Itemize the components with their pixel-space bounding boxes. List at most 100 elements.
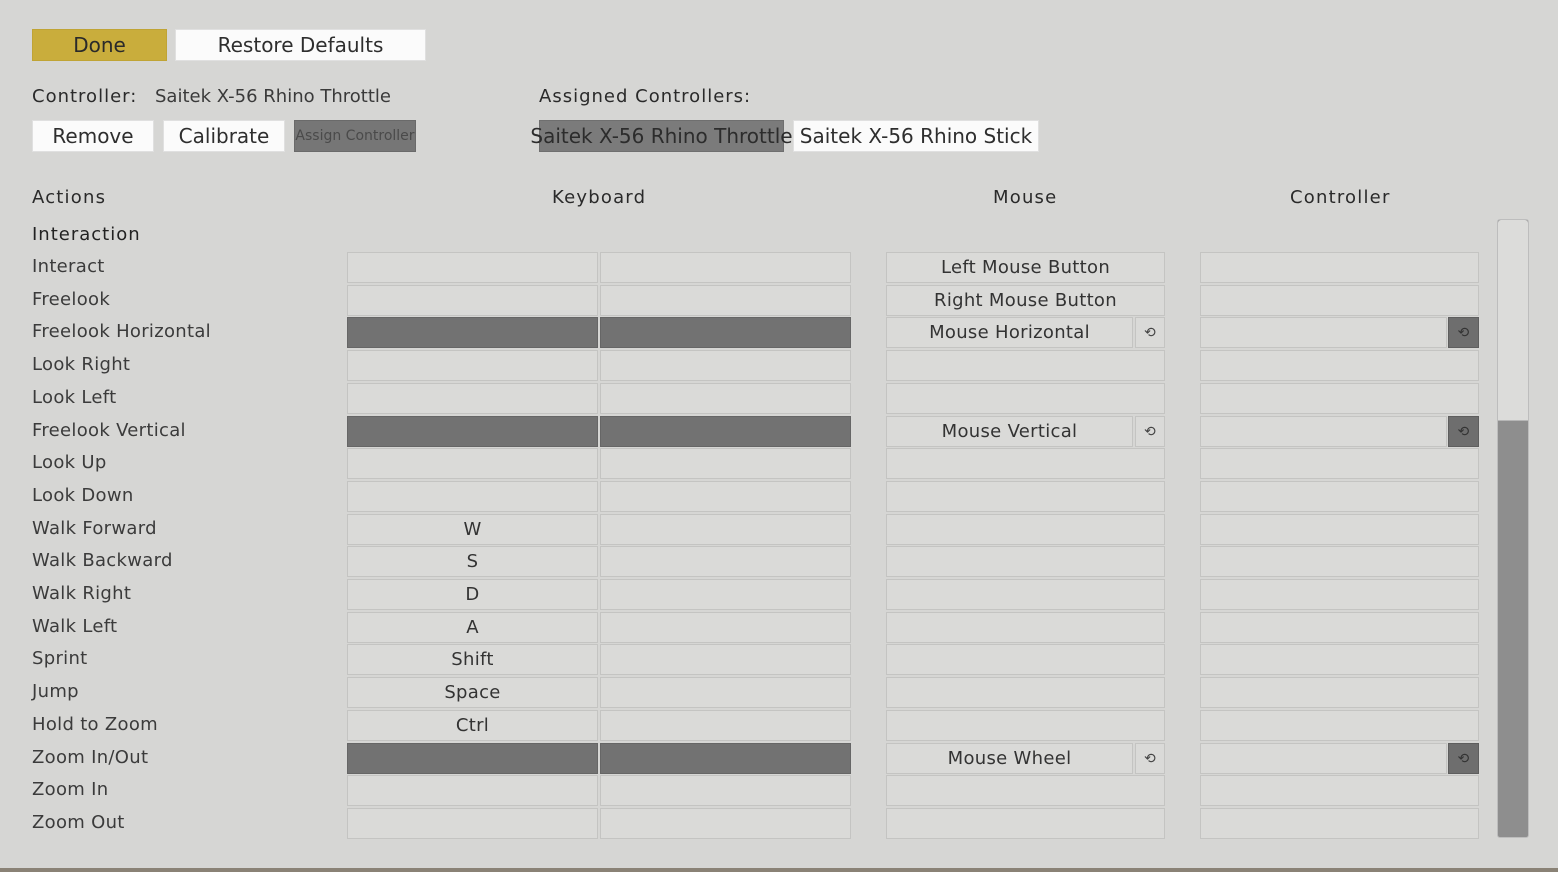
- keyboard-secondary-binding[interactable]: [600, 514, 851, 545]
- keyboard-primary-binding[interactable]: D: [347, 579, 598, 610]
- keyboard-primary-binding[interactable]: [347, 416, 598, 447]
- controller-binding[interactable]: [1200, 481, 1479, 512]
- action-label-freelook: Freelook: [32, 289, 111, 310]
- action-label-look-down: Look Down: [32, 485, 134, 506]
- actions-column-header: Actions: [32, 187, 107, 208]
- controller-binding[interactable]: [1200, 644, 1479, 675]
- keyboard-primary-binding[interactable]: [347, 808, 598, 839]
- action-label-zoom-in: Zoom In: [32, 779, 109, 800]
- controller-binding[interactable]: [1200, 416, 1447, 447]
- calibrate-button[interactable]: Calibrate: [163, 120, 285, 152]
- bindings-scrollbar[interactable]: [1497, 219, 1529, 838]
- mouse-binding[interactable]: [886, 481, 1165, 512]
- keyboard-primary-binding[interactable]: [347, 743, 598, 774]
- action-label-look-left: Look Left: [32, 387, 117, 408]
- assigned-controller-throttle[interactable]: Saitek X-56 Rhino Throttle: [530, 120, 793, 152]
- controller-binding[interactable]: [1200, 579, 1479, 610]
- mouse-binding[interactable]: [886, 350, 1165, 381]
- mouse-binding[interactable]: Mouse Vertical: [886, 416, 1133, 447]
- assign-controller-button[interactable]: Assign Controller: [294, 120, 416, 152]
- action-label-jump: Jump: [32, 681, 79, 702]
- keyboard-secondary-binding[interactable]: [600, 775, 851, 806]
- controller-binding[interactable]: [1200, 612, 1479, 643]
- mouse-binding[interactable]: Mouse Horizontal: [886, 317, 1133, 348]
- assigned-controller-stick[interactable]: Saitek X-56 Rhino Stick: [793, 120, 1039, 152]
- remove-button[interactable]: Remove: [32, 120, 154, 152]
- keyboard-secondary-binding[interactable]: [600, 383, 851, 414]
- keyboard-primary-binding[interactable]: Ctrl: [347, 710, 598, 741]
- action-label-zoom-in-out: Zoom In/Out: [32, 747, 149, 768]
- mouse-invert-axis-icon[interactable]: ⟲: [1135, 317, 1165, 348]
- mouse-binding[interactable]: [886, 808, 1165, 839]
- keyboard-secondary-binding[interactable]: [600, 416, 851, 447]
- mouse-binding[interactable]: [886, 448, 1165, 479]
- keyboard-secondary-binding[interactable]: [600, 743, 851, 774]
- keyboard-secondary-binding[interactable]: [600, 350, 851, 381]
- mouse-invert-axis-icon[interactable]: ⟲: [1135, 743, 1165, 774]
- controller-binding[interactable]: [1200, 383, 1479, 414]
- controller-column-header: Controller: [1290, 187, 1391, 208]
- action-label-hold-to-zoom: Hold to Zoom: [32, 714, 158, 735]
- mouse-binding[interactable]: [886, 775, 1165, 806]
- mouse-binding[interactable]: Right Mouse Button: [886, 285, 1165, 316]
- controller-binding[interactable]: [1200, 514, 1479, 545]
- keyboard-secondary-binding[interactable]: [600, 677, 851, 708]
- mouse-binding[interactable]: [886, 514, 1165, 545]
- restore-defaults-button[interactable]: Restore Defaults: [175, 29, 426, 61]
- keyboard-primary-binding[interactable]: A: [347, 612, 598, 643]
- controller-binding[interactable]: [1200, 317, 1447, 348]
- keyboard-secondary-binding[interactable]: [600, 448, 851, 479]
- controller-binding[interactable]: [1200, 448, 1479, 479]
- controller-binding[interactable]: [1200, 350, 1479, 381]
- keyboard-primary-binding[interactable]: Shift: [347, 644, 598, 675]
- keyboard-primary-binding[interactable]: [347, 481, 598, 512]
- keyboard-primary-binding[interactable]: [347, 285, 598, 316]
- keyboard-primary-binding[interactable]: [347, 448, 598, 479]
- keyboard-primary-binding[interactable]: Space: [347, 677, 598, 708]
- controller-invert-axis-icon[interactable]: ⟲: [1448, 743, 1479, 774]
- keyboard-secondary-binding[interactable]: [600, 546, 851, 577]
- keyboard-secondary-binding[interactable]: [600, 710, 851, 741]
- keyboard-secondary-binding[interactable]: [600, 808, 851, 839]
- mouse-binding[interactable]: [886, 546, 1165, 577]
- controller-binding[interactable]: [1200, 710, 1479, 741]
- keyboard-secondary-binding[interactable]: [600, 644, 851, 675]
- keyboard-secondary-binding[interactable]: [600, 579, 851, 610]
- action-label-walk-left: Walk Left: [32, 616, 118, 637]
- mouse-binding[interactable]: [886, 677, 1165, 708]
- mouse-invert-axis-icon[interactable]: ⟲: [1135, 416, 1165, 447]
- controller-binding[interactable]: [1200, 252, 1479, 283]
- mouse-binding[interactable]: [886, 644, 1165, 675]
- mouse-binding[interactable]: [886, 710, 1165, 741]
- keyboard-primary-binding[interactable]: W: [347, 514, 598, 545]
- controller-binding[interactable]: [1200, 743, 1447, 774]
- keyboard-secondary-binding[interactable]: [600, 481, 851, 512]
- mouse-binding[interactable]: [886, 383, 1165, 414]
- mouse-binding[interactable]: Left Mouse Button: [886, 252, 1165, 283]
- keyboard-primary-binding[interactable]: [347, 252, 598, 283]
- scrollbar-thumb[interactable]: [1498, 220, 1528, 421]
- controller-invert-axis-icon[interactable]: ⟲: [1448, 416, 1479, 447]
- controller-binding[interactable]: [1200, 808, 1479, 839]
- keyboard-primary-binding[interactable]: [347, 383, 598, 414]
- keyboard-column-header: Keyboard: [552, 187, 647, 208]
- mouse-binding[interactable]: Mouse Wheel: [886, 743, 1133, 774]
- keyboard-secondary-binding[interactable]: [600, 317, 851, 348]
- controller-binding[interactable]: [1200, 546, 1479, 577]
- action-label-walk-right: Walk Right: [32, 583, 132, 604]
- mouse-binding[interactable]: [886, 579, 1165, 610]
- controller-binding[interactable]: [1200, 677, 1479, 708]
- assigned-controllers-label: Assigned Controllers:: [539, 86, 752, 107]
- keyboard-primary-binding[interactable]: [347, 775, 598, 806]
- keyboard-primary-binding[interactable]: [347, 317, 598, 348]
- controller-binding[interactable]: [1200, 285, 1479, 316]
- keyboard-secondary-binding[interactable]: [600, 285, 851, 316]
- mouse-binding[interactable]: [886, 612, 1165, 643]
- keyboard-primary-binding[interactable]: S: [347, 546, 598, 577]
- keyboard-secondary-binding[interactable]: [600, 252, 851, 283]
- controller-binding[interactable]: [1200, 775, 1479, 806]
- done-button[interactable]: Done: [32, 29, 167, 61]
- keyboard-primary-binding[interactable]: [347, 350, 598, 381]
- controller-invert-axis-icon[interactable]: ⟲: [1448, 317, 1479, 348]
- keyboard-secondary-binding[interactable]: [600, 612, 851, 643]
